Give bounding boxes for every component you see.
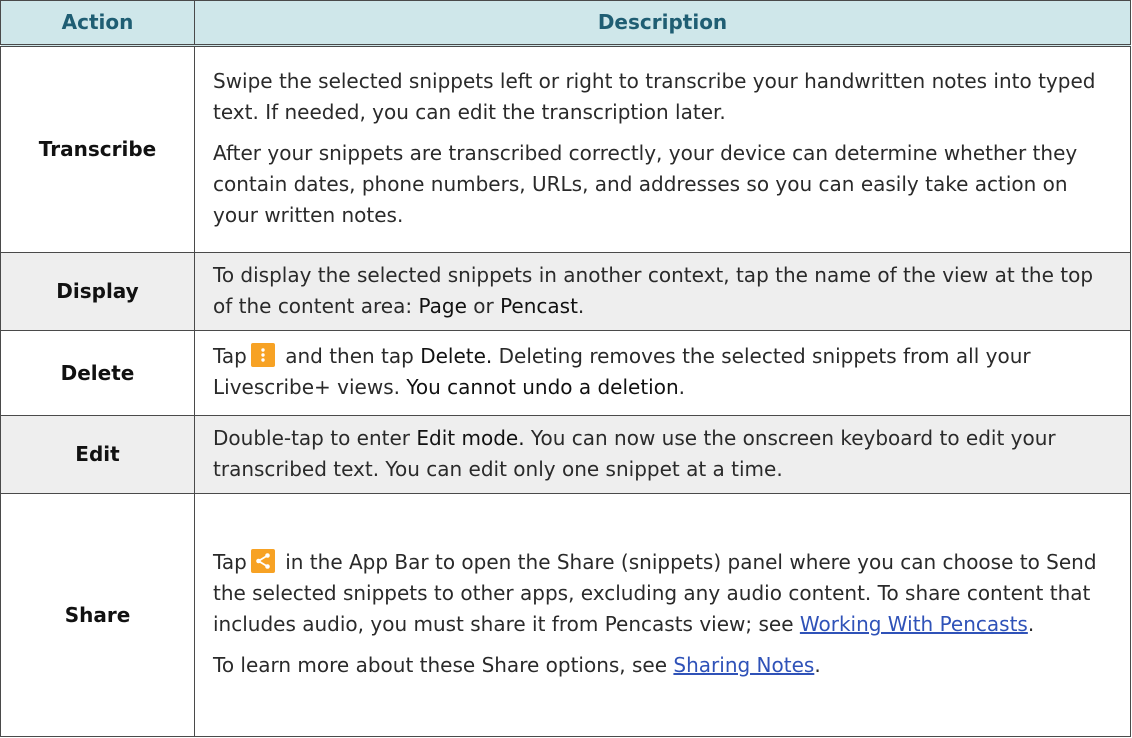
description-text: . — [814, 653, 821, 677]
action-transcribe: Transcribe — [0, 45, 195, 253]
description-text: Tap — [213, 550, 247, 574]
description-display: To display the selected snippets in anot… — [194, 252, 1131, 331]
sharing-notes-link[interactable]: Sharing Notes — [673, 653, 814, 677]
view-name-pencast: Pencast — [500, 293, 578, 318]
table-row-share: Share Tap in the App Bar to open the Sha… — [0, 493, 1131, 737]
share-icon — [250, 549, 275, 573]
description-text: or — [466, 293, 501, 318]
more-vertical-icon — [250, 343, 275, 367]
view-name-page: Page — [418, 293, 467, 318]
description-text: and then tap — [278, 344, 421, 368]
action-delete: Delete — [0, 330, 195, 416]
description-text: . — [1027, 612, 1035, 636]
description-paragraph: After your snippets are transcribed corr… — [213, 141, 1078, 227]
description-paragraph: To learn more about these Share options,… — [213, 650, 1112, 681]
table-row-edit: Edit Double-tap to enter Edit mode. You … — [0, 415, 1131, 494]
header-action: Action — [0, 0, 195, 47]
description-text: . — [678, 375, 685, 399]
description-edit: Double-tap to enter Edit mode. You can n… — [194, 415, 1131, 494]
description-text: Tap — [213, 344, 247, 368]
description-text: To display the selected snippets in anot… — [213, 262, 1094, 318]
action-display: Display — [0, 252, 195, 331]
actions-table: Action Description Transcribe Swipe the … — [0, 0, 1131, 737]
table-row-transcribe: Transcribe Swipe the selected snippets l… — [0, 45, 1131, 253]
table-row-display: Display To display the selected snippets… — [0, 252, 1131, 331]
description-transcribe: Swipe the selected snippets left or righ… — [194, 45, 1131, 253]
description-paragraph: Swipe the selected snippets left or righ… — [213, 69, 1096, 124]
edit-mode-label: Edit mode. — [416, 425, 525, 450]
table-header-row: Action Description — [0, 0, 1131, 47]
table-row-delete: Delete Tap and then tap Delete. Deleting… — [0, 330, 1131, 416]
description-delete: Tap and then tap Delete. Deleting remove… — [194, 330, 1131, 416]
header-description: Description — [194, 0, 1131, 47]
description-text: . — [577, 293, 585, 318]
description-text: Double-tap to enter — [213, 425, 417, 450]
undo-warning: You cannot undo a deletion — [406, 375, 679, 399]
description-share: Tap in the App Bar to open the Share (sn… — [194, 493, 1131, 737]
delete-command-label: Delete. — [420, 344, 493, 368]
description-text: To learn more about these Share options,… — [213, 653, 674, 677]
working-with-pencasts-link[interactable]: Working With Pencasts — [800, 612, 1028, 636]
description-paragraph: Tap in the App Bar to open the Share (sn… — [213, 547, 1112, 640]
action-edit: Edit — [0, 415, 195, 494]
action-share: Share — [0, 493, 195, 737]
